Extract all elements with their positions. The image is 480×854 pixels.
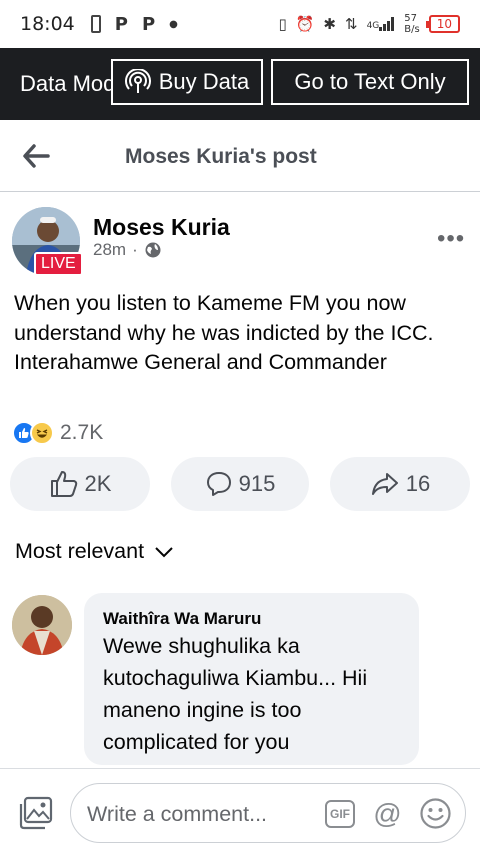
- share-icon: [371, 473, 398, 495]
- live-badge: LIVE: [34, 252, 83, 276]
- comment-author[interactable]: Waithîra Wa Maruru: [103, 609, 261, 629]
- more-options-button[interactable]: •••: [437, 225, 465, 253]
- data-mode-bar: Data Mode Buy Data Go to Text Only: [0, 48, 480, 120]
- comment-input[interactable]: [87, 798, 317, 830]
- more-dots-icon: •••: [437, 225, 466, 252]
- text-only-label: Go to Text Only: [294, 69, 446, 94]
- mention-icon[interactable]: @: [371, 797, 404, 830]
- bluetooth-icon: ✱: [323, 15, 336, 33]
- add-photo-button[interactable]: [18, 795, 54, 831]
- back-button[interactable]: [20, 140, 52, 172]
- notification-icons: P P ●: [90, 13, 178, 35]
- page-title: Moses Kuria's post: [125, 145, 317, 168]
- haha-reaction-icon: [30, 421, 54, 445]
- speed-value: 57: [404, 13, 417, 24]
- alarm-icon: ⏰: [295, 15, 315, 33]
- back-arrow-icon: [23, 144, 50, 168]
- vibrate-icon: ▯: [278, 15, 287, 33]
- comment-sort-dropdown[interactable]: Most relevant: [15, 539, 174, 564]
- comment-text: Wewe shughulika ka kutochaguliwa Kiambu.…: [103, 634, 368, 754]
- comment-count: 915: [238, 471, 276, 496]
- post-text: When you listen to Kameme FM you now und…: [14, 291, 434, 374]
- comment-composer: GIF @: [0, 768, 480, 854]
- network-type: 4G: [366, 21, 380, 31]
- broadcast-icon: [124, 69, 151, 93]
- comment-button[interactable]: 915: [171, 457, 309, 511]
- p-app-icon: P: [114, 13, 128, 35]
- signal-icon: 4G: [367, 17, 396, 31]
- post-author-name[interactable]: Moses Kuria: [93, 214, 230, 241]
- commenter-photo: [12, 595, 72, 655]
- separator-dot: ·: [132, 240, 138, 259]
- post-author-block: LIVE Moses Kuria 28m · •••: [0, 205, 480, 277]
- p-app-icon: P: [141, 13, 156, 35]
- data-arrows-icon: ⇅: [344, 15, 358, 33]
- like-count: 2K: [84, 471, 112, 496]
- status-time: 18:04: [20, 13, 75, 35]
- comment-input-box[interactable]: GIF @: [70, 783, 466, 843]
- photo-icon: [19, 796, 53, 830]
- text-only-button[interactable]: Go to Text Only: [271, 59, 469, 105]
- reactions-summary[interactable]: 2.7K: [12, 421, 103, 445]
- globe-icon: [145, 242, 161, 258]
- buy-data-button[interactable]: Buy Data: [111, 59, 263, 105]
- sort-label: Most relevant: [15, 539, 145, 563]
- system-icons: ▯ ⏰ ✱ ⇅ 4G 57 B/s 10: [278, 13, 460, 35]
- post-header-bar: Moses Kuria's post: [0, 120, 480, 192]
- post-meta: 28m ·: [93, 240, 162, 260]
- gif-icon[interactable]: GIF: [325, 800, 355, 828]
- thumbs-up-icon: [50, 471, 77, 497]
- share-count: 16: [405, 471, 431, 496]
- speed-unit: B/s: [404, 24, 420, 35]
- comment-icon: [206, 472, 231, 496]
- buy-data-label: Buy Data: [158, 69, 250, 94]
- reaction-count: 2.7K: [60, 421, 104, 444]
- battery-icon: 10: [425, 15, 460, 33]
- network-speed: 57 B/s: [404, 13, 419, 35]
- share-button[interactable]: 16: [330, 457, 470, 511]
- phone-outline-icon: [90, 15, 101, 33]
- comment-bubble[interactable]: Waithîra Wa Maruru Wewe shughulika ka ku…: [84, 593, 419, 765]
- commenter-avatar[interactable]: [12, 595, 72, 655]
- emoji-icon[interactable]: [419, 797, 452, 830]
- status-bar: 18:04 P P ● ▯ ⏰ ✱ ⇅ 4G 57 B/s 10: [0, 0, 480, 48]
- dot-icon: ●: [169, 18, 178, 30]
- like-button[interactable]: 2K: [10, 457, 150, 511]
- chevron-down-icon: [155, 546, 173, 557]
- post-time[interactable]: 28m: [93, 240, 126, 260]
